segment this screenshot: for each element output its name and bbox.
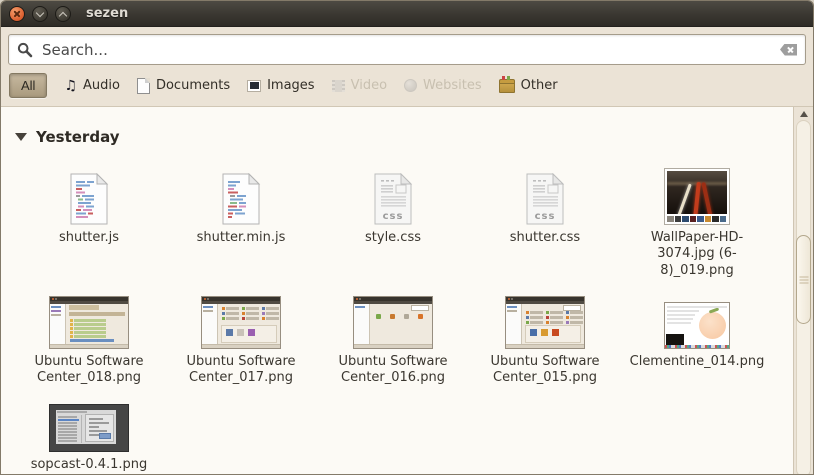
music-note-icon: ♫	[64, 77, 78, 94]
css-badge-text: css	[535, 211, 556, 222]
file-item-shutter-min-js[interactable]: shutter.min.js	[165, 161, 317, 279]
file-name: sopcast-0.4.1.png	[30, 457, 148, 473]
file-name: shutter.min.js	[196, 230, 286, 245]
file-name: shutter.js	[58, 230, 120, 245]
filter-websites-button: Websites	[404, 78, 482, 93]
filter-label: Audio	[83, 78, 120, 93]
filmstrip-pages-icon	[667, 216, 727, 222]
filter-label: Websites	[423, 78, 482, 93]
filter-all-button[interactable]: All	[9, 73, 48, 98]
file-grid-row: Ubuntu Software Center_018.png Ubuntu So…	[13, 293, 793, 387]
javascript-file-icon	[222, 173, 261, 225]
window-title: sezen	[86, 6, 129, 21]
results-viewport: Yesterday shutter.js shutter.min.js css …	[1, 107, 793, 474]
filter-documents-button[interactable]: Documents	[136, 77, 231, 94]
scrollbar-thumb[interactable]	[796, 235, 811, 324]
chevron-down-icon	[35, 8, 45, 17]
filter-label: Other	[520, 78, 558, 93]
filter-toolbar: All ♫ Audio Documents Images Video Websi…	[1, 68, 813, 106]
scrollbar-grip-icon	[799, 276, 808, 283]
titlebar: sezen	[1, 1, 813, 27]
close-button[interactable]	[9, 5, 25, 22]
file-item-usc-015[interactable]: Ubuntu Software Center_015.png	[469, 293, 621, 387]
filter-label: Images	[267, 78, 315, 93]
filter-video-button: Video	[331, 78, 388, 93]
screenshot-thumbnail	[201, 295, 281, 349]
vertical-scrollbar[interactable]	[793, 107, 813, 474]
file-name: style.css	[365, 230, 421, 245]
expander-triangle-icon	[15, 133, 27, 141]
results-area: Yesterday shutter.js shutter.min.js css …	[1, 106, 813, 474]
screenshot-thumbnail	[664, 301, 730, 349]
file-item-wallpaper[interactable]: WallPaper-HD-3074.jpg (6-8)_019.png	[621, 161, 773, 279]
file-name: shutter.css	[509, 230, 581, 245]
filter-label: Video	[350, 78, 388, 93]
filter-label: Documents	[155, 78, 231, 93]
file-name: Ubuntu Software Center_018.png	[34, 353, 144, 385]
screenshot-thumbnail	[49, 295, 129, 349]
file-name: Ubuntu Software Center_017.png	[186, 353, 296, 385]
filter-audio-button[interactable]: ♫ Audio	[64, 78, 120, 93]
globe-icon	[404, 79, 418, 92]
document-icon	[136, 77, 150, 94]
toolbox-icon	[498, 76, 515, 93]
file-item-clementine[interactable]: Clementine_014.png	[621, 293, 773, 387]
file-name: Clementine_014.png	[629, 353, 765, 369]
css-file-icon: css	[374, 173, 413, 225]
section-header-yesterday[interactable]: Yesterday	[1, 107, 793, 146]
file-item-usc-016[interactable]: Ubuntu Software Center_016.png	[317, 293, 469, 387]
image-icon	[247, 79, 262, 92]
chevron-up-icon	[58, 11, 68, 20]
file-grid-row: shutter.js shutter.min.js css style.css …	[13, 161, 793, 279]
filter-other-button[interactable]: Other	[498, 76, 558, 93]
app-window: sezen All ♫ Audio Documents Images	[0, 0, 814, 475]
file-item-shutter-css[interactable]: css shutter.css	[469, 161, 621, 279]
css-badge-text: css	[383, 211, 404, 222]
javascript-file-icon	[70, 173, 109, 225]
file-item-shutter-js[interactable]: shutter.js	[13, 161, 165, 279]
file-item-usc-017[interactable]: Ubuntu Software Center_017.png	[165, 293, 317, 387]
file-name: WallPaper-HD-3074.jpg (6-8)_019.png	[650, 230, 744, 278]
section-title: Yesterday	[36, 128, 120, 146]
search-input[interactable]	[40, 39, 780, 60]
file-item-style-css[interactable]: css style.css	[317, 161, 469, 279]
scroll-up-arrow[interactable]	[799, 111, 808, 117]
wallpaper-thumbnail	[664, 168, 730, 225]
search-icon	[17, 42, 33, 57]
filter-images-button[interactable]: Images	[247, 78, 315, 93]
file-name: Ubuntu Software Center_015.png	[490, 353, 600, 385]
file-grid-row: sopcast-0.4.1.png	[13, 402, 793, 473]
screenshot-thumbnail	[49, 404, 129, 453]
search-row	[1, 27, 813, 68]
file-item-usc-018[interactable]: Ubuntu Software Center_018.png	[13, 293, 165, 387]
screenshot-thumbnail	[353, 295, 433, 349]
minimize-button[interactable]	[32, 5, 48, 22]
css-file-icon: css	[526, 173, 565, 225]
clear-search-icon[interactable]	[780, 43, 797, 56]
search-entry[interactable]	[8, 34, 806, 65]
screenshot-thumbnail	[505, 295, 585, 349]
file-item-sopcast[interactable]: sopcast-0.4.1.png	[13, 402, 165, 473]
maximize-button[interactable]	[55, 5, 71, 22]
file-name: Ubuntu Software Center_016.png	[338, 353, 448, 385]
film-icon	[331, 79, 345, 92]
